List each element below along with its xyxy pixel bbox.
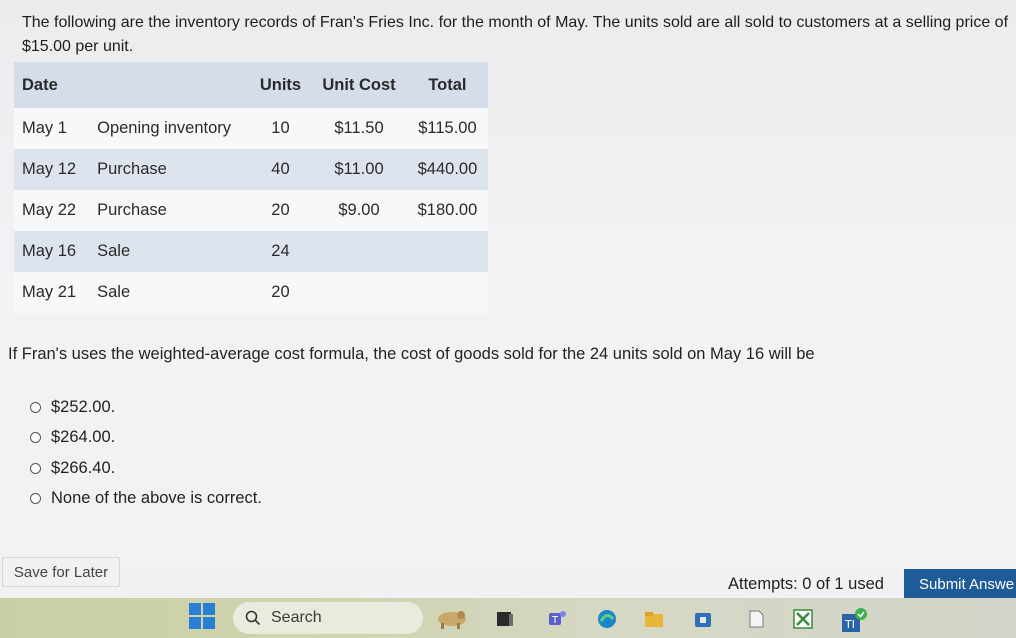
inventory-table: Date Units Unit Cost Total May 1 Opening… <box>14 62 488 313</box>
search-icon <box>245 610 261 626</box>
widget-icon[interactable] <box>434 604 470 632</box>
table-row: May 16 Sale 24 <box>14 231 488 272</box>
cell-units: 40 <box>249 149 312 190</box>
cell-units: 10 <box>249 108 312 149</box>
cell-unit-cost: $11.00 <box>311 149 407 190</box>
save-for-later-button[interactable]: Save for Later <box>2 557 120 587</box>
radio-button[interactable] <box>30 462 41 474</box>
cell-unit-cost: $9.00 <box>311 190 407 231</box>
taskbar-search[interactable]: Search <box>233 602 423 634</box>
cell-total <box>406 231 488 272</box>
windows-start-icon[interactable] <box>188 602 216 630</box>
cell-date: May 1 <box>14 108 90 149</box>
cell-desc: Sale <box>89 272 250 313</box>
cell-unit-cost <box>311 231 407 272</box>
file-explorer-icon[interactable] <box>493 608 517 630</box>
cell-date: May 12 <box>14 149 90 190</box>
option-label: None of the above is correct. <box>51 489 262 508</box>
cell-total: $440.00 <box>406 149 488 190</box>
cell-unit-cost: $11.50 <box>311 108 407 149</box>
cell-total: $115.00 <box>406 108 488 149</box>
header-units: Units <box>249 62 312 108</box>
option-label: $264.00. <box>51 428 116 447</box>
answer-option-a[interactable]: $252.00. <box>30 392 262 423</box>
cell-units: 20 <box>249 190 312 231</box>
search-label: Search <box>271 609 322 626</box>
store-icon[interactable] <box>690 606 716 632</box>
header-total: Total <box>406 62 488 108</box>
table-row: May 21 Sale 20 <box>14 272 488 313</box>
cell-desc: Opening inventory <box>89 108 250 149</box>
problem-intro: The following are the inventory records … <box>22 14 1009 55</box>
answer-option-b[interactable]: $264.00. <box>30 423 262 454</box>
cell-desc: Purchase <box>89 149 250 190</box>
answer-option-c[interactable]: $266.40. <box>30 453 262 484</box>
answer-option-d[interactable]: None of the above is correct. <box>30 484 262 515</box>
edge-icon[interactable] <box>594 606 620 632</box>
submit-answer-button[interactable]: Submit Answe <box>904 569 1016 600</box>
cell-desc: Purchase <box>89 190 250 231</box>
notepad-icon[interactable] <box>743 606 769 632</box>
table-row: May 12 Purchase 40 $11.00 $440.00 <box>14 149 488 190</box>
table-row: May 22 Purchase 20 $9.00 $180.00 <box>14 190 488 231</box>
question-text: If Fran's uses the weighted-average cost… <box>8 345 815 363</box>
folder-icon[interactable] <box>641 606 667 632</box>
table-row: May 1 Opening inventory 10 $11.50 $115.0… <box>14 108 488 149</box>
table-header-row: Date Units Unit Cost Total <box>14 62 488 108</box>
cell-desc: Sale <box>89 231 250 272</box>
app-icon[interactable]: TI <box>840 606 868 634</box>
header-unit-cost: Unit Cost <box>311 62 407 108</box>
svg-text:T: T <box>551 615 559 626</box>
cell-total: $180.00 <box>406 190 488 231</box>
cell-total <box>406 272 488 313</box>
option-label: $266.40. <box>51 458 116 477</box>
cell-date: May 22 <box>14 190 90 231</box>
taskbar: Search T TI <box>0 598 1016 638</box>
header-date: Date <box>14 62 250 108</box>
answer-options: $252.00. $264.00. $266.40. None of the a… <box>30 392 262 514</box>
xbox-icon[interactable] <box>790 606 816 632</box>
radio-button[interactable] <box>30 493 41 505</box>
cell-units: 20 <box>249 272 312 313</box>
option-label: $252.00. <box>51 397 116 416</box>
cell-date: May 21 <box>14 272 90 313</box>
radio-button[interactable] <box>30 401 41 413</box>
cell-date: May 16 <box>14 231 90 272</box>
attempts-counter: Attempts: 0 of 1 used <box>728 575 884 593</box>
radio-button[interactable] <box>30 432 41 444</box>
cell-units: 24 <box>249 231 312 272</box>
cell-unit-cost <box>311 272 407 313</box>
teams-icon[interactable]: T <box>545 607 569 631</box>
svg-text:TI: TI <box>844 618 855 631</box>
